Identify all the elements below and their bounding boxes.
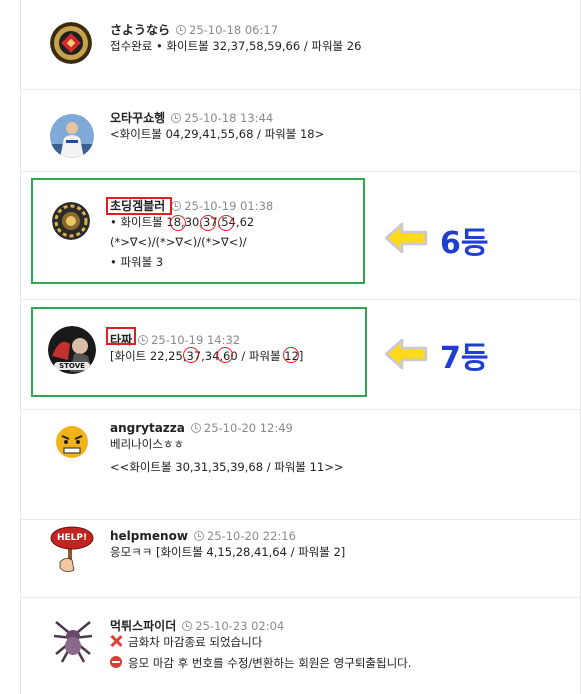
number-circle <box>283 347 299 363</box>
comment-time: 25-10-20 22:16 <box>206 529 296 543</box>
comment-author[interactable]: angrytazza <box>110 421 185 435</box>
comment-text: <<화이트볼 30,31,35,39,68 / 파워볼 11>> <box>110 460 344 474</box>
comment-time: 25-10-18 13:44 <box>184 111 274 125</box>
comment-author[interactable]: helpmenow <box>110 529 188 543</box>
comment-author[interactable]: さようなら <box>110 23 170 37</box>
avatar[interactable]: HELP! <box>50 526 94 578</box>
highlight-box-rank-6 <box>31 178 365 284</box>
comment-text: 응모ㅋㅋ [화이트볼 4,15,28,41,64 / 파워볼 2] <box>110 545 346 559</box>
comment-text-span: 응모 마감 후 번호를 수정/변환하는 회원은 영구퇴출됩니다. <box>128 656 412 670</box>
rank-label: 6등 <box>440 226 489 261</box>
comment-time: 25-10-20 12:49 <box>203 421 293 435</box>
no-entry-icon <box>110 656 122 668</box>
rank-label: 7등 <box>440 341 489 376</box>
arrow-left-icon <box>384 338 428 370</box>
avatar[interactable] <box>50 22 92 64</box>
nickname-highlight <box>106 327 136 345</box>
comment-item: HELP! helpmenow 25-10-20 22:16 응모ㅋㅋ [화이트볼… <box>20 520 581 598</box>
comment-time: 25-10-18 06:17 <box>189 23 279 37</box>
nickname-highlight <box>106 197 172 215</box>
avatar-sign-text: HELP! <box>56 533 88 543</box>
comment-text: 베리나이스ㅎㅎ <box>110 437 185 451</box>
clock-icon <box>193 531 204 541</box>
comment-item: 먹튀스파이더 25-10-23 02:04 금화차 마감종료 되었습니다 응모 마… <box>20 598 581 694</box>
comment-text: 응모 마감 후 번호를 수정/변환하는 회원은 영구퇴출됩니다. <box>110 655 571 672</box>
avatar[interactable] <box>50 614 96 664</box>
number-circle <box>218 215 234 231</box>
avatar[interactable] <box>50 114 94 158</box>
clock-icon <box>182 621 193 631</box>
clock-icon <box>190 423 201 433</box>
comment-time: 25-10-23 02:04 <box>195 619 285 633</box>
comment-item: さようなら 25-10-18 06:17 접수완료 • 화이트볼 32,37,58… <box>20 0 581 90</box>
number-circle <box>183 347 199 363</box>
comment-text: 접수완료 • 화이트볼 32,37,58,59,66 / 파워볼 26 <box>110 39 362 53</box>
number-circle <box>217 347 233 363</box>
comment-item: 오타꾸쇼헹 25-10-18 13:44 <화이트볼 04,29,41,55,68… <box>20 90 581 172</box>
arrow-left-icon <box>384 222 428 254</box>
comment-text-span: 금화차 마감종료 되었습니다 <box>128 635 263 649</box>
comment-text: <화이트볼 04,29,41,55,68 / 파워볼 18> <box>110 127 325 141</box>
avatar[interactable] <box>54 424 90 460</box>
comment-author[interactable]: 먹튀스파이더 <box>110 619 176 633</box>
clock-icon <box>171 113 182 123</box>
comment-text: 금화차 마감종료 되었습니다 <box>110 634 571 651</box>
comment-item: angrytazza 25-10-20 12:49 베리나이스ㅎㅎ <<화이트볼 … <box>20 410 581 520</box>
highlight-box-rank-7 <box>31 307 367 397</box>
number-circle <box>170 215 186 231</box>
number-circle <box>200 215 216 231</box>
clock-icon <box>176 25 187 35</box>
comment-author[interactable]: 오타꾸쇼헹 <box>110 111 165 125</box>
close-icon <box>110 635 122 647</box>
